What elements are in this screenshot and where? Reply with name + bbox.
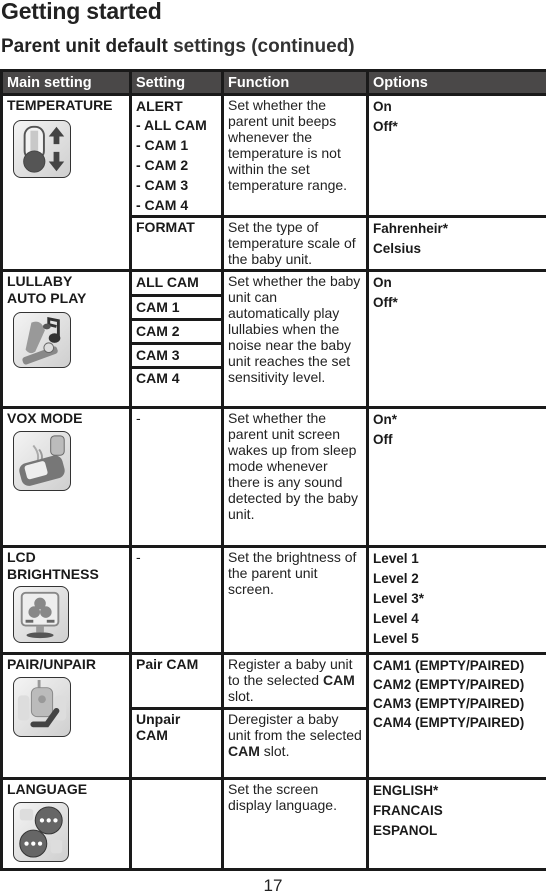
function-text: Deregister a baby unit from the selected [228, 711, 362, 743]
function-lullaby: Set whether the baby unit can automatica… [223, 271, 368, 408]
main-setting-label-line1: LULLABY [7, 273, 125, 290]
option-item: Off* [373, 117, 542, 137]
setting-label: ALERT [136, 97, 217, 115]
speech-bubbles-icon [13, 802, 69, 862]
brightness-screen-icon [13, 586, 69, 643]
main-setting-vox: VOX MODE [2, 408, 131, 547]
setting-language [131, 779, 223, 870]
option-item: On [373, 273, 542, 293]
col-header-function: Function [223, 71, 368, 95]
option-item: CAM4 (EMPTY/PAIRED) [373, 713, 542, 732]
function-text-bold: CAM [323, 672, 355, 688]
setting-label-line2: CAM [136, 727, 217, 743]
options-language: ENGLISH* FRANCAIS ESPANOL [368, 779, 546, 870]
col-header-options: Options [368, 71, 546, 95]
option-item: Level 4 [373, 609, 542, 629]
option-item: Level 1 [373, 549, 542, 569]
table-row-lcd-brightness: LCD BRIGHTNESS - Set the brig [2, 547, 546, 654]
setting-lullaby-cam-2: CAM 2 [131, 320, 223, 344]
function-format: Set the type of temperature scale of the… [223, 217, 368, 271]
main-setting-label: TEMPERATURE [7, 97, 125, 114]
main-setting-label-line2: BRIGHTNESS [7, 566, 125, 583]
option-item: Level 5 [373, 629, 542, 649]
main-setting-label: PAIR/UNPAIR [7, 656, 125, 673]
section-title-bold: Parent unit default [1, 36, 168, 57]
function-text: slot. [260, 743, 290, 759]
function-unpair-cam: Deregister a baby unit from the selected… [223, 709, 368, 779]
function-lcd: Set the brightness of the parent unit sc… [223, 547, 368, 654]
setting-lullaby-cam-4: CAM 4 [131, 368, 223, 408]
setting-lullaby-all-cam: ALL CAM [131, 271, 223, 296]
options-format: Fahrenheir* Celsius [368, 217, 546, 271]
alert-cam-2: - CAM 2 [136, 155, 217, 175]
col-header-setting: Setting [131, 71, 223, 95]
page-number: 17 [0, 876, 546, 896]
function-pair-cam: Register a baby unit to the selected CAM… [223, 654, 368, 709]
setting-format: FORMAT [131, 217, 223, 271]
thermometer-icon [13, 120, 71, 178]
option-item: ENGLISH* [373, 781, 542, 801]
option-item: On* [373, 410, 542, 430]
setting-lullaby-cam-3: CAM 3 [131, 344, 223, 368]
setting-unpair-cam: Unpair CAM [131, 709, 223, 779]
options-lullaby: On Off* [368, 271, 546, 408]
main-setting-label-line1: LCD [7, 549, 125, 566]
table-row-pair-cam: PAIR/UNPAIR Pair CAM Register a baby uni… [2, 654, 546, 709]
function-alert: Set whether the parent unit beeps whenev… [223, 95, 368, 217]
main-setting-pair: PAIR/UNPAIR [2, 654, 131, 779]
alert-cam-3: - CAM 3 [136, 175, 217, 195]
options-alert: On Off* [368, 95, 546, 217]
option-item: On [373, 97, 542, 117]
music-note-icon [13, 312, 71, 368]
setting-pair-cam: Pair CAM [131, 654, 223, 709]
function-language: Set the screen display language. [223, 779, 368, 870]
option-item: FRANCAIS [373, 801, 542, 821]
main-setting-language: LANGUAGE [2, 779, 131, 870]
main-setting-lcd: LCD BRIGHTNESS [2, 547, 131, 654]
table-row-vox-mode: VOX MODE - Set whether the parent unit s… [2, 408, 546, 547]
section-title-rest: settings (continued) [168, 36, 355, 57]
section-title: Parent unit default settings (continued) [1, 36, 355, 58]
option-item: Level 3* [373, 589, 542, 609]
option-item: CAM3 (EMPTY/PAIRED) [373, 694, 542, 713]
setting-vox: - [131, 408, 223, 547]
vox-monitor-icon [13, 431, 71, 491]
function-vox: Set whether the parent unit screen wakes… [223, 408, 368, 547]
main-setting-lullaby: LULLABY AUTO PLAY [2, 271, 131, 408]
setting-lcd: - [131, 547, 223, 654]
main-setting-label: VOX MODE [7, 410, 125, 427]
option-item: Fahrenheir* [373, 219, 542, 239]
option-item: Level 2 [373, 569, 542, 589]
alert-cam-4: - CAM 4 [136, 195, 217, 215]
pair-camera-icon [13, 677, 71, 737]
table-header-row: Main setting Setting Function Options [2, 71, 546, 95]
setting-lullaby-cam-1: CAM 1 [131, 296, 223, 320]
option-item: Celsius [373, 239, 542, 259]
main-setting-label-line2: AUTO PLAY [7, 290, 125, 307]
table-row-lullaby-all: LULLABY AUTO PLAY ALL CAM Set whether th… [2, 271, 546, 296]
option-item: Off* [373, 293, 542, 313]
option-item: Off [373, 430, 542, 450]
options-pair: CAM1 (EMPTY/PAIRED) CAM2 (EMPTY/PAIRED) … [368, 654, 546, 779]
setting-label-line1: Unpair [136, 711, 217, 727]
table-row-language: LANGUAGE Set the screen display language… [2, 779, 546, 870]
function-text-bold: CAM [228, 743, 260, 759]
alert-cam-1: - CAM 1 [136, 135, 217, 155]
setting-alert: ALERT - ALL CAM - CAM 1 - CAM 2 - CAM 3 … [131, 95, 223, 217]
option-item: CAM1 (EMPTY/PAIRED) [373, 656, 542, 675]
table-row-temperature-alert: TEMPERATURE ALERT - ALL CAM - CAM 1 [2, 95, 546, 217]
alert-cam-all: - ALL CAM [136, 115, 217, 135]
col-header-main-setting: Main setting [2, 71, 131, 95]
settings-table: Main setting Setting Function Options TE… [0, 69, 546, 871]
function-text: slot. [228, 688, 254, 704]
options-lcd: Level 1 Level 2 Level 3* Level 4 Level 5 [368, 547, 546, 654]
main-setting-label: LANGUAGE [7, 781, 125, 798]
option-item: ESPANOL [373, 821, 542, 841]
option-item: CAM2 (EMPTY/PAIRED) [373, 675, 542, 694]
main-setting-temperature: TEMPERATURE [2, 95, 131, 271]
page-title: Getting started [1, 0, 162, 25]
options-vox: On* Off [368, 408, 546, 547]
